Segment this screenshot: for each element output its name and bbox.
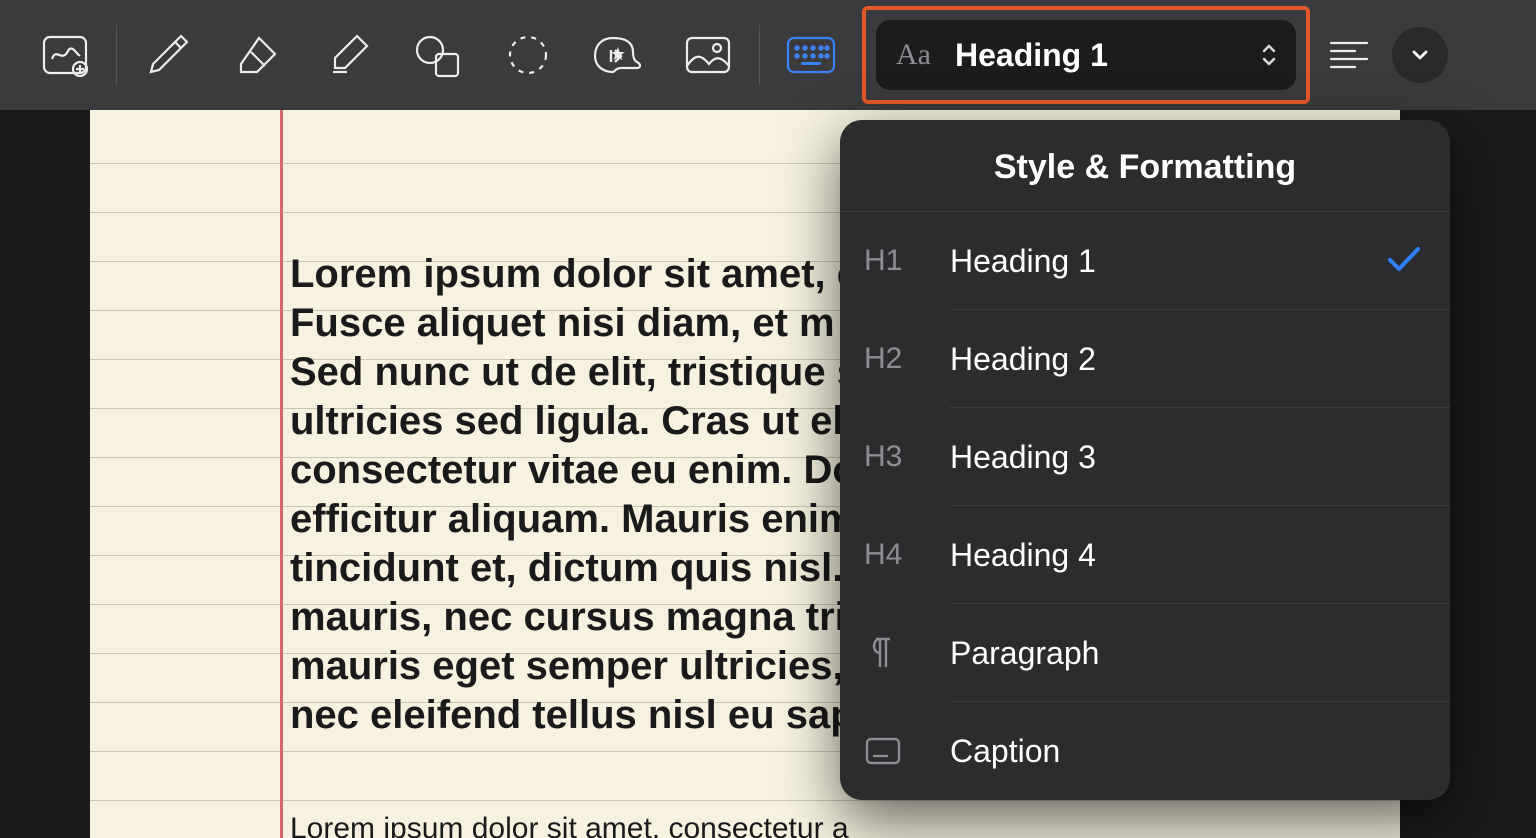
style-formatting-popover: Style & Formatting H1 Heading 1 H2 Headi… (840, 120, 1450, 800)
text-style-aa-icon: Aa (896, 38, 931, 72)
text-style-picker-label: Heading 1 (955, 37, 1108, 74)
scribble-add-icon[interactable] (20, 15, 110, 95)
lasso-tool-icon[interactable] (483, 15, 573, 95)
text-style-picker[interactable]: Aa Heading 1 (876, 20, 1296, 90)
style-picker-wrap: Aa Heading 1 (876, 20, 1296, 90)
style-option-heading1[interactable]: H1 Heading 1 (840, 212, 1450, 310)
style-hint-h4: H4 (864, 538, 950, 572)
shapes-tool-icon[interactable] (393, 15, 483, 95)
style-option-heading3[interactable]: H3 Heading 3 (840, 408, 1450, 506)
pen-tool-icon[interactable] (123, 15, 213, 95)
style-option-heading4[interactable]: H4 Heading 4 (840, 506, 1450, 604)
chevron-updown-icon (1260, 42, 1278, 68)
main-toolbar: ★ Aa Heading 1 (0, 0, 1536, 110)
style-hint-h1: H1 (864, 244, 950, 278)
svg-text:★: ★ (610, 44, 626, 64)
style-name-label: Heading 1 (950, 243, 1096, 280)
style-name-label: Heading 3 (950, 439, 1096, 476)
toolbar-divider (759, 25, 760, 85)
caption-icon (864, 736, 950, 766)
style-hint-h2: H2 (864, 342, 950, 376)
style-option-heading2[interactable]: H2 Heading 2 (840, 310, 1450, 408)
highlighter-tool-icon[interactable] (303, 15, 393, 95)
document-body-text[interactable]: Lorem ipsum dolor sit amet, consectetur … (290, 812, 1370, 838)
more-options-button[interactable] (1392, 27, 1448, 83)
image-tool-icon[interactable] (663, 15, 753, 95)
toolbar-divider (116, 25, 117, 85)
pilcrow-icon (864, 635, 950, 671)
style-name-label: Paragraph (950, 635, 1099, 672)
eraser-tool-icon[interactable] (213, 15, 303, 95)
sticker-tool-icon[interactable]: ★ (573, 15, 663, 95)
style-name-label: Heading 4 (950, 537, 1096, 574)
style-name-label: Heading 2 (950, 341, 1096, 378)
text-align-left-icon[interactable] (1314, 15, 1384, 95)
style-name-label: Caption (950, 733, 1060, 770)
keyboard-tool-icon[interactable] (766, 15, 856, 95)
popover-title: Style & Formatting (840, 120, 1450, 212)
check-icon (1386, 239, 1422, 284)
style-hint-h3: H3 (864, 440, 950, 474)
style-option-caption[interactable]: Caption (840, 702, 1450, 800)
style-option-paragraph[interactable]: Paragraph (840, 604, 1450, 702)
